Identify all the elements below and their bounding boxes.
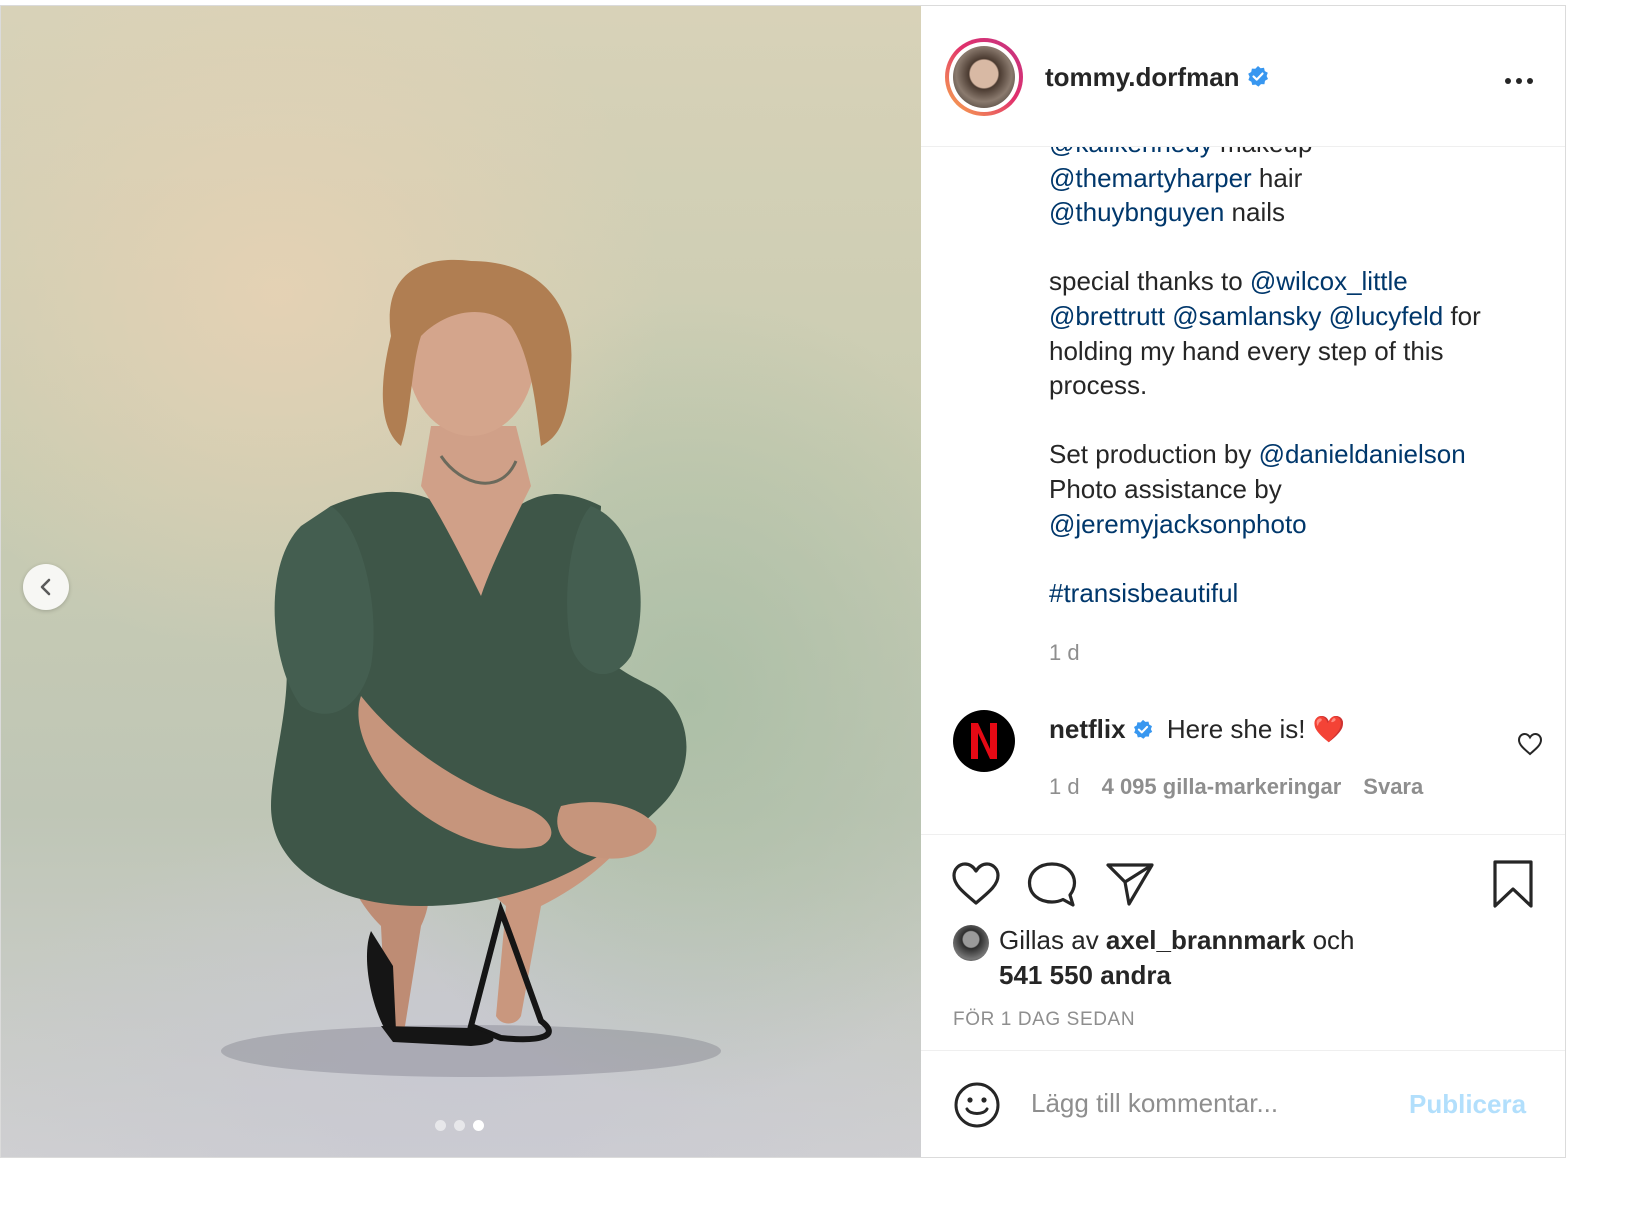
- comment-like-button[interactable]: [1517, 732, 1543, 761]
- post-actions: Gillas av axel_brannmark och 541 550 and…: [921, 834, 1565, 1075]
- comment-time[interactable]: 1 d: [1049, 774, 1080, 799]
- post-header: tommy.dorfman: [921, 6, 1565, 147]
- emoji-picker-button[interactable]: [953, 1081, 1001, 1134]
- smiley-icon: [954, 1082, 1000, 1128]
- caption-text: holding my hand every step of this: [1049, 335, 1444, 366]
- comment-likes-count[interactable]: 4 095 gilla-markeringar: [1102, 774, 1342, 799]
- likes-count[interactable]: 541 550 andra: [999, 960, 1171, 990]
- heart-icon: [1517, 732, 1543, 756]
- comment-input[interactable]: [1029, 1077, 1393, 1129]
- chevron-left-icon: [40, 578, 51, 596]
- more-options-button[interactable]: [1499, 66, 1539, 96]
- post-caption: @kalikennedy makeup@themartyharper hair@…: [1049, 126, 1549, 610]
- instagram-post: @kalikennedy makeup@themartyharper hair@…: [0, 5, 1566, 1158]
- caption-line: holding my hand every step of this: [1049, 334, 1549, 369]
- caption-text: process.: [1049, 370, 1148, 401]
- avatar-border: [949, 42, 1019, 112]
- carousel-indicator: [435, 1120, 484, 1131]
- save-button[interactable]: [1491, 859, 1535, 914]
- mention-link[interactable]: @samlansky: [1172, 301, 1321, 331]
- post-date[interactable]: FÖR 1 DAG SEDAN: [953, 1009, 1135, 1031]
- reply-button[interactable]: Svara: [1363, 774, 1423, 799]
- caption-text: nails: [1224, 197, 1285, 228]
- commenter-username[interactable]: netflix: [1049, 714, 1126, 744]
- more-dots-icon: [1505, 78, 1533, 84]
- carousel-dot: [454, 1120, 465, 1131]
- verified-badge-icon: [1133, 719, 1152, 739]
- commenter-avatar[interactable]: [953, 710, 1015, 772]
- caption-text: Set production by: [1049, 439, 1259, 470]
- paper-plane-icon: [1106, 863, 1154, 906]
- caption-line: Photo assistance by: [1049, 472, 1549, 507]
- bookmark-icon: [1493, 860, 1533, 908]
- post-photo[interactable]: [1, 6, 921, 1157]
- comment-button[interactable]: [1027, 861, 1077, 914]
- author-username-text[interactable]: tommy.dorfman: [1045, 62, 1240, 92]
- carousel-dot-active: [473, 1120, 484, 1131]
- mention-link[interactable]: @jeremyjacksonphoto: [1049, 509, 1307, 539]
- add-comment-bar: Publicera: [921, 1050, 1565, 1157]
- caption-text: hair: [1251, 162, 1303, 193]
- liker-username[interactable]: axel_brannmark: [1106, 925, 1305, 955]
- caption-text: Photo assistance by: [1049, 473, 1282, 504]
- speech-bubble-icon: [1027, 862, 1077, 907]
- liked-by-middle: och: [1305, 925, 1355, 955]
- mention-link[interactable]: @themartyharper: [1049, 163, 1252, 193]
- carousel-dot: [435, 1120, 446, 1131]
- story-avatar[interactable]: [945, 38, 1023, 116]
- liked-by-text: Gillas av axel_brannmark och 541 550 and…: [999, 923, 1499, 992]
- mention-link[interactable]: @lucyfeld: [1329, 301, 1444, 331]
- caption-line: @thuybnguyen nails: [1049, 195, 1549, 230]
- previous-photo-button[interactable]: [23, 564, 69, 610]
- author-username[interactable]: tommy.dorfman: [1045, 62, 1270, 93]
- caption-text: [1321, 301, 1328, 331]
- like-button[interactable]: [951, 861, 1001, 912]
- hashtag-link[interactable]: #transisbeautiful: [1049, 578, 1238, 608]
- publish-button[interactable]: Publicera: [1409, 1089, 1526, 1120]
- comment-meta: 1 d 4 095 gilla-markeringar Svara: [1049, 774, 1445, 800]
- netflix-logo-icon: [971, 723, 997, 759]
- portrait-illustration: [221, 259, 721, 1077]
- mention-link[interactable]: @brettrutt: [1049, 301, 1165, 331]
- caption-spacer: [1049, 403, 1549, 438]
- mention-link[interactable]: @thuybnguyen: [1049, 197, 1224, 227]
- caption-line: special thanks to @wilcox_little: [1049, 264, 1549, 299]
- caption-text: special thanks to: [1049, 266, 1250, 297]
- mention-link[interactable]: @wilcox_little: [1250, 266, 1408, 296]
- post-sidebar: @kalikennedy makeup@themartyharper hair@…: [921, 6, 1565, 1157]
- caption-line: Set production by @danieldanielson: [1049, 437, 1549, 472]
- comment-body: Here she is! ❤️: [1166, 714, 1346, 744]
- mention-link[interactable]: @danieldanielson: [1259, 439, 1466, 469]
- share-button[interactable]: [1105, 861, 1155, 912]
- caption-line: @brettrutt @samlansky @lucyfeld for: [1049, 299, 1549, 334]
- caption-text: for: [1443, 300, 1481, 331]
- liker-avatar[interactable]: [953, 925, 989, 961]
- caption-line: #transisbeautiful: [1049, 576, 1549, 611]
- caption-line: process.: [1049, 368, 1549, 403]
- comment-text: netflix Here she is! ❤️: [1049, 714, 1345, 745]
- avatar: [953, 46, 1015, 108]
- caption-spacer: [1049, 230, 1549, 265]
- caption-line: @jeremyjacksonphoto: [1049, 507, 1549, 542]
- liked-by-prefix: Gillas av: [999, 925, 1106, 955]
- verified-badge-icon: [1247, 66, 1268, 87]
- caption-timestamp: 1 d: [1049, 640, 1080, 665]
- heart-icon: [952, 862, 1000, 905]
- caption-spacer: [1049, 541, 1549, 576]
- caption-line: @themartyharper hair: [1049, 161, 1549, 196]
